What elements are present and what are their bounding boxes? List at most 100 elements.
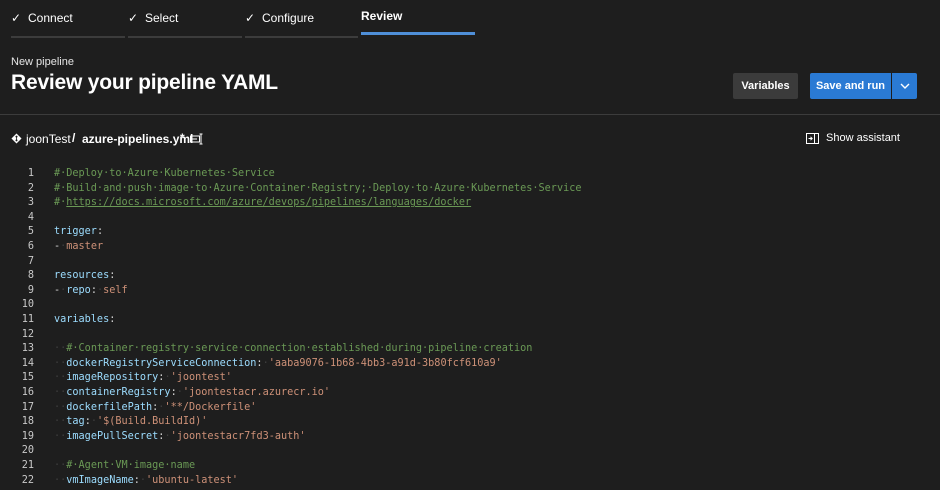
line-number: 21 (21, 460, 34, 471)
repo-name[interactable]: joonTest (26, 132, 71, 146)
path-separator: / (72, 131, 76, 145)
code-line[interactable]: 12 (0, 327, 940, 342)
line-number: 12 (21, 328, 34, 340)
step-review[interactable]: Review (361, 0, 475, 35)
code-token: ·· (54, 416, 67, 428)
show-assistant-toggle[interactable]: Show assistant (806, 128, 900, 148)
step-select[interactable]: ✓ Select (128, 0, 242, 38)
code-token: 'joontestacr7fd3-auth' (170, 430, 306, 442)
code-line[interactable]: 16 ··containerRegistry:·'joontestacr.azur… (0, 385, 940, 400)
code-text: #·Build·and·push·image·to·Azure·Containe… (54, 181, 581, 196)
code-token: vmImageName (66, 474, 134, 486)
code-line[interactable]: 15 ··imageRepository:·'joontest' (0, 370, 940, 385)
step-label: Configure (262, 11, 315, 25)
code-line[interactable]: 18 ··tag:·'$(Build.BuildId)' (0, 414, 940, 429)
code-token: https://docs.microsoft.com/azure/devops/… (66, 197, 472, 209)
checkmark-icon: ✓ (11, 11, 22, 25)
rename-icon[interactable] (190, 133, 204, 145)
code-token: resources (54, 270, 110, 282)
code-token: #·Deploy·to·Azure·Kubernetes·Service (54, 168, 275, 179)
step-connect[interactable]: ✓ Connect (11, 0, 125, 38)
code-line[interactable]: 6 -·master (0, 239, 940, 254)
code-token: 'ubuntu-latest' (146, 474, 239, 486)
line-number: 18 (21, 416, 34, 428)
code-text: ··vmImageName:·'ubuntu-latest' (54, 473, 238, 488)
code-token: #·Build·and·push·image·to·Azure·Containe… (54, 182, 582, 194)
step-configure[interactable]: ✓ Configure (245, 0, 358, 38)
page-subtitle: New pipeline (11, 56, 74, 68)
code-line[interactable]: 7 (0, 254, 940, 269)
line-number: 6 (27, 241, 34, 252)
file-bar: joonTest / azure-pipelines.yml * Show as… (0, 115, 940, 164)
code-line[interactable]: 14 ··dockerRegistryServiceConnection:·'aa… (0, 356, 940, 371)
code-line[interactable]: 9 -·repo:·self (0, 283, 940, 298)
code-token: dockerfilePath (66, 401, 153, 413)
code-token: tag (66, 416, 85, 428)
code-token: #· (54, 197, 67, 209)
code-token: : (109, 314, 116, 325)
code-text: ··#·Container·registry·service·connectio… (54, 341, 532, 356)
code-token: #·Container·registry·service·connection·… (66, 343, 533, 355)
chevron-down-icon (900, 83, 909, 89)
line-number: 16 (21, 387, 34, 398)
code-token: ·· (54, 343, 67, 355)
code-token: ·· (54, 387, 67, 398)
code-text: variables: (54, 312, 115, 327)
line-number: 10 (21, 299, 34, 311)
code-token: ·· (54, 401, 67, 413)
code-token: master (66, 241, 104, 252)
code-text: ··#·Agent·VM·image·name (54, 458, 195, 473)
code-line[interactable]: 13 ··#·Container·registry·service·connect… (0, 341, 940, 356)
unsaved-indicator: * (180, 131, 185, 145)
line-number: 9 (27, 284, 34, 296)
code-line[interactable]: 17 ··dockerfilePath:·'**/Dockerfile' (0, 400, 940, 415)
code-line[interactable]: 19 ··imagePullSecret:·'joontestacr7fd3-au… (0, 429, 940, 444)
line-number: 22 (21, 474, 34, 486)
code-token: variables (54, 314, 110, 325)
code-token: : (96, 226, 104, 238)
line-number: 15 (21, 372, 34, 384)
code-line[interactable]: 21 ··#·Agent·VM·image·name (0, 458, 940, 473)
code-token: ·· (54, 372, 67, 384)
code-line[interactable]: 11 variables: (0, 312, 940, 327)
line-number: 14 (21, 357, 34, 369)
code-text: resources: (54, 268, 115, 283)
code-line[interactable]: 10 (0, 297, 940, 312)
variables-button[interactable]: Variables (733, 73, 798, 99)
checkmark-icon: ✓ (245, 11, 256, 25)
save-options-dropdown[interactable] (892, 73, 917, 99)
step-label: Connect (28, 11, 73, 25)
code-text: ··containerRegistry:·'joontestacr.azurec… (54, 385, 330, 400)
code-line[interactable]: 5 trigger: (0, 224, 940, 239)
code-text: -·master (54, 239, 103, 254)
line-number: 4 (27, 211, 34, 223)
code-line[interactable]: 22 ··vmImageName:·'ubuntu-latest' (0, 473, 940, 488)
code-text: ··dockerfilePath:·'**/Dockerfile' (54, 400, 256, 415)
code-line[interactable]: 20 (0, 443, 940, 458)
yaml-editor[interactable]: 1 #·Deploy·to·Azure·Kubernetes·Service 2 #·… (0, 163, 940, 490)
code-line[interactable]: 2 #·Build·and·push·image·to·Azure·Contain… (0, 181, 940, 196)
file-name: azure-pipelines.yml (82, 132, 194, 146)
line-number: 7 (27, 255, 34, 267)
line-number: 1 (27, 168, 34, 179)
code-text: #·https://docs.microsoft.com/azure/devop… (54, 195, 471, 210)
line-number: 11 (21, 314, 34, 325)
code-token: ·· (54, 357, 67, 369)
code-token: 'aaba9076-1b68-4bb3-a91d-3b80fcf610a9' (268, 357, 502, 369)
code-token: #·Agent·VM·image·name (66, 460, 196, 471)
code-line[interactable]: 1 #·Deploy·to·Azure·Kubernetes·Service (0, 166, 940, 181)
line-number: 3 (27, 197, 34, 209)
panel-icon (806, 132, 819, 144)
git-repo-icon (11, 133, 22, 144)
code-token: 'joontest' (170, 372, 232, 384)
page-header: New pipeline Review your pipeline YAML V… (0, 38, 940, 115)
code-text: ··dockerRegistryServiceConnection:·'aaba… (54, 356, 502, 371)
code-text: trigger: (54, 224, 103, 239)
code-line[interactable]: 3 #·https://docs.microsoft.com/azure/devo… (0, 195, 940, 210)
code-line[interactable]: 4 (0, 210, 940, 225)
line-number: 5 (27, 226, 34, 238)
code-line[interactable]: 8 resources: (0, 268, 940, 283)
show-assistant-label: Show assistant (826, 132, 900, 144)
save-and-run-button[interactable]: Save and run (810, 73, 891, 99)
code-token: ·· (54, 430, 67, 442)
